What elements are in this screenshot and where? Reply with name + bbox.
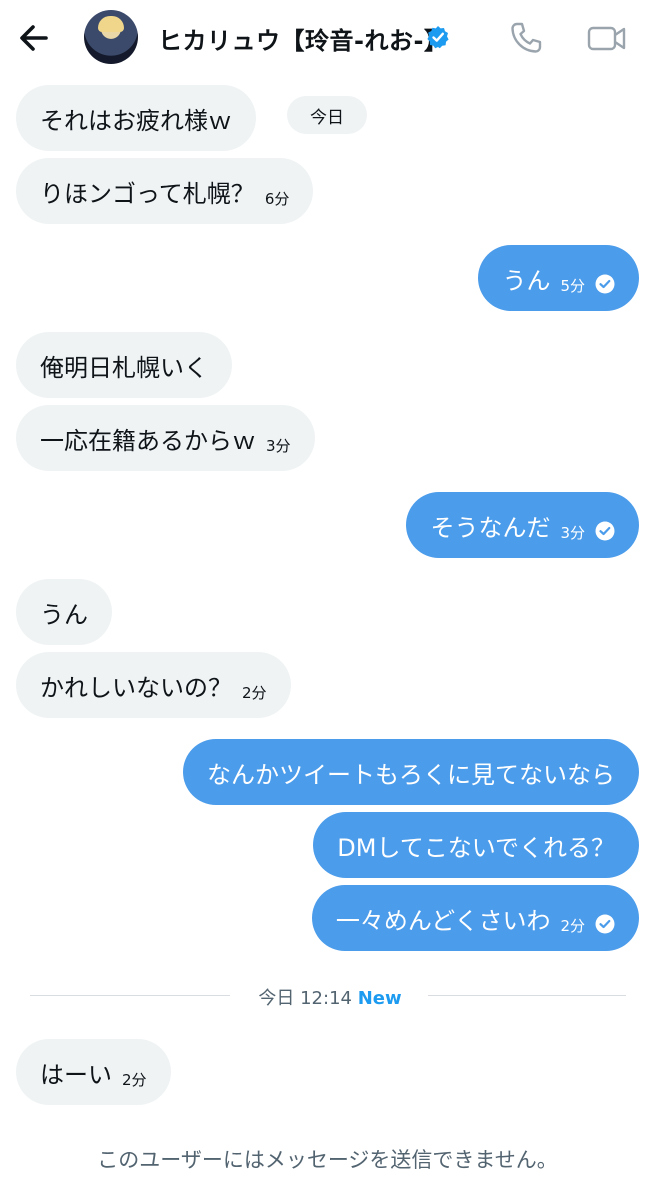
phone-call-icon[interactable]: [508, 20, 544, 56]
video-call-icon[interactable]: [586, 20, 628, 56]
incoming-message[interactable]: うん: [16, 579, 112, 645]
outgoing-message[interactable]: DMしてこないでくれる？: [313, 812, 639, 878]
message-time: 2分: [560, 916, 585, 935]
new-label: New: [357, 988, 402, 1009]
divider-label: 今日 12:14: [258, 988, 352, 1009]
new-messages-divider: 今日 12:14 New: [250, 984, 410, 1010]
divider-line-right: [428, 995, 626, 996]
message-time: 2分: [242, 683, 267, 702]
conversation-header: ヒカリュウ【玲音-れお-】: [0, 0, 655, 76]
incoming-message[interactable]: 俺明日札幌いく: [16, 332, 232, 398]
back-arrow-icon[interactable]: [14, 18, 54, 58]
message-text: 一応在籍あるからｗ: [40, 426, 256, 455]
incoming-message[interactable]: はーい 2分: [16, 1039, 171, 1105]
read-check-icon: [595, 914, 615, 934]
message-text: うん: [40, 600, 88, 629]
message-text: DMしてこないでくれる？: [337, 833, 615, 862]
avatar[interactable]: [84, 10, 138, 64]
message-text: 俺明日札幌いく: [40, 353, 208, 382]
message-text: そうなんだ: [430, 513, 551, 542]
outgoing-message[interactable]: うん 5分: [478, 245, 639, 311]
incoming-message[interactable]: りほンゴって札幌？ 6分: [16, 158, 314, 224]
outgoing-message[interactable]: 一々めんどくさいわ 2分: [311, 885, 639, 951]
date-chip: 今日: [287, 96, 367, 134]
verified-badge-icon: [427, 26, 449, 49]
message-text: はーい: [40, 1060, 112, 1089]
message-time: 3分: [560, 523, 585, 542]
outgoing-message[interactable]: そうなんだ 3分: [406, 492, 639, 558]
message-text: それはお疲れ様ｗ: [40, 106, 232, 135]
message-text: なんかツイートもろくに見てないなら: [207, 760, 615, 789]
incoming-message[interactable]: 一応在籍あるからｗ 3分: [16, 405, 315, 471]
message-time: 2分: [122, 1070, 147, 1089]
read-check-icon: [595, 521, 615, 541]
incoming-message[interactable]: かれしいないの？ 2分: [16, 652, 291, 718]
read-check-icon: [595, 274, 615, 294]
message-text: 一々めんどくさいわ: [335, 906, 551, 935]
incoming-message[interactable]: それはお疲れ様ｗ: [16, 85, 256, 151]
cannot-message-notice: このユーザーにはメッセージを送信できません。: [97, 1148, 558, 1172]
message-time: 6分: [264, 189, 290, 208]
contact-name[interactable]: ヒカリュウ【玲音-れお-】: [158, 21, 448, 56]
divider-line-left: [30, 995, 230, 996]
message-time: 3分: [266, 436, 291, 455]
message-text: かれしいないの？: [40, 673, 232, 702]
message-text: りほンゴって札幌？: [40, 179, 255, 208]
message-text: うん: [502, 266, 551, 295]
message-time: 5分: [560, 276, 585, 295]
outgoing-message[interactable]: なんかツイートもろくに見てないなら: [183, 739, 639, 805]
